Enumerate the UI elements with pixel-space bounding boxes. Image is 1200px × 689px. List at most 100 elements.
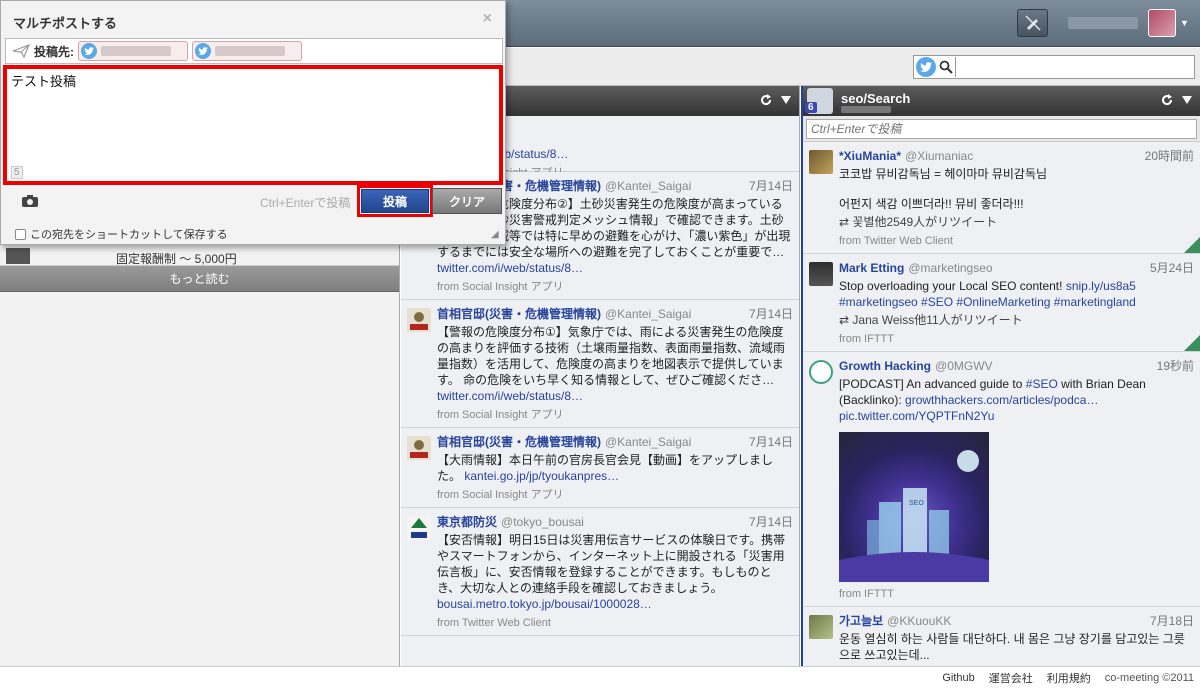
tweet-screen-name[interactable]: @Xiumaniac xyxy=(905,149,973,163)
tweet[interactable]: Mark Etting @marketingseo 5月24日 Stop over… xyxy=(803,254,1200,352)
column-right: 6 seo/Search *XiuMania* @Xiumaniac 20時間前 … xyxy=(801,86,1200,666)
dialog-actions: Ctrl+Enterで投稿 投稿 クリア xyxy=(5,185,503,217)
unread-badge: 6 xyxy=(805,102,817,113)
footer-copyright: co-meeting ©2011 xyxy=(1104,672,1194,684)
tweet[interactable]: 東京都防災 @tokyo_bousai 7月14日 【安否情報】明日15日は災害用… xyxy=(401,508,799,636)
search-box xyxy=(913,55,1195,79)
tweet[interactable]: *XiuMania* @Xiumaniac 20時間前 코코밥 뮤비감독님 = 헤… xyxy=(803,142,1200,254)
close-icon[interactable]: × xyxy=(483,10,492,28)
post-button[interactable]: 投稿 xyxy=(361,189,429,213)
column-compose-input[interactable] xyxy=(806,119,1197,139)
tweet-time[interactable]: 7月14日 xyxy=(749,306,793,322)
save-shortcut-checkbox[interactable] xyxy=(15,228,26,240)
tweet-source: from IFTTT xyxy=(839,333,894,345)
search-input[interactable] xyxy=(956,56,1194,78)
camera-icon[interactable] xyxy=(15,190,45,212)
retweet-count[interactable]: 꽃별他2549人がリツイート xyxy=(852,215,997,229)
tweet-screen-name[interactable]: @marketingseo xyxy=(908,261,992,275)
tweet-text: [PODCAST] An advanced guide to xyxy=(839,377,1026,391)
tweet-screen-name[interactable]: @Kantei_Saigai xyxy=(605,307,691,321)
tweet[interactable]: 首相官邸(災害・危機管理情報) @Kantei_Saigai 7月14日 【大雨情… xyxy=(401,428,799,508)
tweet-link[interactable]: snip.ly/us8a5 xyxy=(1066,279,1136,293)
tweet-screen-name[interactable]: @KKuouKK xyxy=(887,614,951,628)
tweet-screen-name[interactable]: @0MGWV xyxy=(935,359,993,373)
tweet-text: 【安否情報】明日15日は災害用伝言サービスの体験日です。携帯やスマートフォンから… xyxy=(437,533,786,595)
tweet-hashtag[interactable]: #SEO xyxy=(1026,377,1058,391)
refresh-icon[interactable] xyxy=(1160,93,1174,107)
tweet-media-link[interactable]: pic.twitter.com/YQPTFnN2Yu xyxy=(839,409,994,423)
user-avatar[interactable] xyxy=(1148,9,1176,37)
save-shortcut-label: この宛先をショートカットして保存する xyxy=(30,229,228,241)
resize-handle[interactable]: ◢ xyxy=(491,230,503,242)
chevron-down-icon[interactable]: ▼ xyxy=(1180,18,1189,28)
retweet-count[interactable]: Jana Weiss他11人がリツイート xyxy=(852,313,1022,327)
user-name[interactable] xyxy=(1068,17,1138,29)
tweet-screen-name[interactable]: @Kantei_Saigai xyxy=(605,435,691,449)
clear-button[interactable]: クリア xyxy=(432,188,502,214)
compose-textarea[interactable]: テスト投稿 xyxy=(7,69,499,181)
tweet[interactable]: 首相官邸(災害・危機管理情報) @Kantei_Saigai 7月14日 【警報の… xyxy=(401,300,799,428)
column-title[interactable]: seo/Search xyxy=(841,91,910,106)
list-item: 固定報酬制 〜 5,000円 xyxy=(0,246,399,266)
dropdown-caret-icon[interactable] xyxy=(781,96,791,104)
tweet-time[interactable]: 19秒前 xyxy=(1157,358,1194,374)
tweet-source: from Twitter Web Client xyxy=(839,235,953,247)
tweet-link[interactable]: kantei.go.jp/jp/tyoukanpres… xyxy=(464,469,619,483)
image-sign: SEO xyxy=(909,500,924,507)
twitter-bird-icon[interactable] xyxy=(916,57,936,77)
tweet-source: from Social Insight アプリ xyxy=(437,489,564,501)
retweet-icon: ⇄ xyxy=(839,215,850,229)
tweet-hashtags[interactable]: #marketingseo #SEO #OnlineMarketing #mar… xyxy=(839,295,1136,309)
column-compose xyxy=(803,116,1200,142)
tweet[interactable]: Growth Hacking @0MGWV 19秒前 [PODCAST] An a… xyxy=(803,352,1200,607)
tweet-time[interactable]: 7月14日 xyxy=(749,514,793,530)
search-icon[interactable] xyxy=(936,57,956,77)
save-shortcut-option[interactable]: この宛先をショートカットして保存する xyxy=(15,226,228,242)
destination-account-chip[interactable] xyxy=(192,41,302,61)
corner-marker xyxy=(1184,237,1200,253)
tweet-time[interactable]: 7月14日 xyxy=(749,434,793,450)
dropdown-caret-icon[interactable] xyxy=(1182,96,1192,104)
tweet-author[interactable]: 首相官邸(災害・危機管理情報) xyxy=(437,307,601,321)
paper-plane-icon xyxy=(12,44,30,58)
tweet-screen-name[interactable]: @tokyo_bousai xyxy=(501,515,584,529)
tweet-time[interactable]: 7月18日 xyxy=(1150,613,1194,629)
footer-terms-link[interactable]: 利用規約 xyxy=(1047,670,1091,686)
footer-company-link[interactable]: 運営会社 xyxy=(989,670,1033,686)
tweet-link[interactable]: growthhackers.com/articles/podca… xyxy=(905,393,1098,407)
tweet-author[interactable]: 東京都防災 xyxy=(437,515,497,529)
tweet-author[interactable]: Growth Hacking xyxy=(839,359,931,373)
tweet-author[interactable]: Mark Etting xyxy=(839,261,904,275)
multipost-dialog: マルチポストする × 投稿先: テスト投稿 5 Ctrl+Enterで投稿 投稿… xyxy=(0,0,506,245)
destination-account-chip[interactable] xyxy=(78,41,188,61)
tweet-time[interactable]: 20時間前 xyxy=(1145,148,1194,164)
char-counter: 5 xyxy=(11,166,23,179)
tweet-text: Stop overloading your Local SEO content! xyxy=(839,279,1066,293)
tweet-author[interactable]: 가고늘보 xyxy=(839,614,883,628)
tweet-link[interactable]: twitter.com/i/web/status/8… xyxy=(437,389,583,403)
tweet-author[interactable]: *XiuMania* xyxy=(839,149,901,163)
tweet-text: 어펀지 색감 이쁘더라!! 뮤비 좋더라!!! xyxy=(839,197,1024,211)
footer-github-link[interactable]: Github xyxy=(942,672,974,684)
tweet-time[interactable]: 5月24日 xyxy=(1150,260,1194,276)
refresh-icon[interactable] xyxy=(759,93,773,107)
tweet[interactable]: 가고늘보 @KKuouKK 7月18日 운동 열심히 하는 사람들 대단하다. 내… xyxy=(803,607,1200,666)
tweet-source: from Social Insight アプリ xyxy=(437,409,564,421)
read-more-button[interactable]: もっと読む xyxy=(0,266,399,292)
shortcut-hint: Ctrl+Enterで投稿 xyxy=(260,196,351,210)
tweet-time[interactable]: 7月14日 xyxy=(749,178,793,194)
tweet-screen-name[interactable]: @Kantei_Saigai xyxy=(605,179,691,193)
column-header: 6 seo/Search xyxy=(803,86,1200,116)
account-name-redacted xyxy=(101,46,171,56)
avatar xyxy=(6,248,30,264)
tweet-text: 코코밥 뮤비감독님 = 헤이마마 뮤비감독님 xyxy=(839,167,1048,181)
destination-bar: 投稿先: xyxy=(5,38,503,64)
tweet-link[interactable]: bousai.metro.tokyo.jp/bousai/1000028… xyxy=(437,597,652,611)
account-name-redacted xyxy=(215,46,285,56)
tweet-author[interactable]: 首相官邸(災害・危機管理情報) xyxy=(437,435,601,449)
pen-slash-icon[interactable] xyxy=(1017,9,1048,37)
tweet-media-image[interactable]: SEO xyxy=(839,432,989,582)
post-button-highlight: 投稿 xyxy=(357,185,433,217)
destination-label: 投稿先: xyxy=(34,44,74,59)
tweet-link[interactable]: twitter.com/i/web/status/8… xyxy=(437,261,583,275)
